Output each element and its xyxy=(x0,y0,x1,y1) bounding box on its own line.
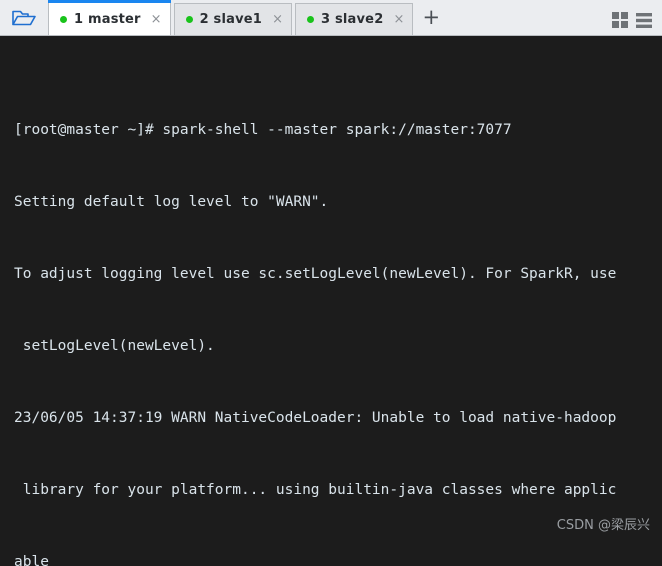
tab-label: 3 slave2 xyxy=(320,12,384,27)
list-layout-icon[interactable] xyxy=(636,12,653,29)
status-dot-icon xyxy=(60,15,67,23)
watermark-text: CSDN @梁辰兴 xyxy=(556,518,650,533)
tab-label: 1 master xyxy=(74,11,141,27)
terminal-line: To adjust logging level use sc.setLogLev… xyxy=(14,266,617,282)
terminal-line: setLogLevel(newLevel). xyxy=(14,338,215,354)
terminal-line: library for your platform... using built… xyxy=(14,482,617,498)
toolbar-right-group xyxy=(612,12,662,35)
open-folder-button[interactable] xyxy=(0,0,48,35)
status-dot-icon xyxy=(185,16,193,23)
terminal-output[interactable]: [root@master ~]# spark-shell --master sp… xyxy=(0,36,662,566)
tab-master[interactable]: 1 master × xyxy=(48,0,171,35)
tab-close-icon[interactable]: × xyxy=(272,13,283,26)
grid-layout-icon[interactable] xyxy=(612,12,629,29)
terminal-line: Setting default log level to "WARN". xyxy=(14,194,329,210)
terminal-line: 23/06/05 14:37:19 WARN NativeCodeLoader:… xyxy=(14,410,617,426)
tab-label: 2 slave1 xyxy=(199,12,263,27)
add-tab-button[interactable]: + xyxy=(416,1,446,35)
terminal-line: [root@master ~]# spark-shell --master sp… xyxy=(14,122,512,138)
terminal-line: able xyxy=(14,554,49,566)
tab-close-icon[interactable]: × xyxy=(393,13,404,26)
open-folder-icon xyxy=(11,8,37,28)
tab-slave2[interactable]: 3 slave2 × xyxy=(294,3,414,35)
status-dot-icon xyxy=(306,16,314,23)
tab-slave1[interactable]: 2 slave1 × xyxy=(173,3,292,35)
tab-bar: 1 master × 2 slave1 × 3 slave2 × + xyxy=(0,0,662,36)
tab-close-icon[interactable]: × xyxy=(151,13,162,26)
